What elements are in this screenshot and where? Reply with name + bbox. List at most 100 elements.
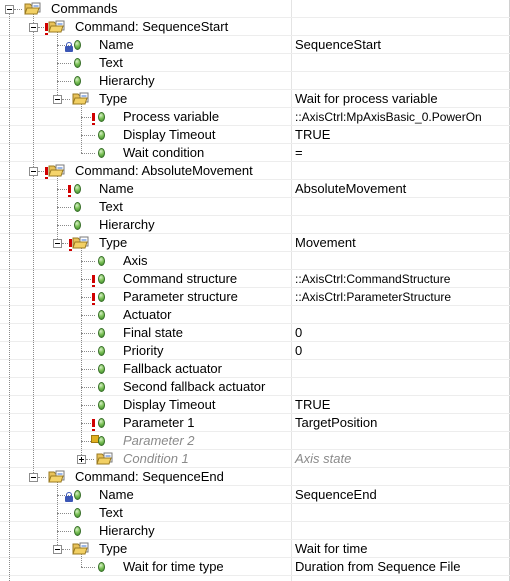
tree-row-name[interactable]: Name SequenceStart (0, 36, 510, 54)
property-value[interactable]: Movement (295, 235, 356, 251)
property-value[interactable]: 0 (295, 343, 302, 359)
tree-node-command-sequenceend[interactable]: Command: SequenceEnd (0, 468, 510, 486)
property-value[interactable]: Wait for time (295, 541, 367, 557)
collapse-icon[interactable] (53, 545, 62, 554)
commands-tree[interactable]: Commands Command: SequenceStart Name Sequen… (0, 0, 510, 581)
property-value[interactable]: Axis state (295, 451, 351, 467)
tree-row-name[interactable]: Name AbsoluteMovement (0, 180, 510, 198)
tree-row-hierarchy[interactable]: Hierarchy (0, 216, 510, 234)
property-label: Parameter structure (123, 289, 238, 304)
property-label: Priority (123, 343, 164, 358)
property-value[interactable]: ::AxisCtrl:CommandStructure (295, 271, 450, 287)
property-label: Actuator (123, 307, 172, 322)
property-value[interactable]: = (295, 145, 303, 161)
property-value[interactable]: AbsoluteMovement (295, 181, 406, 197)
tree-connector-line (57, 531, 71, 532)
property-icon (98, 364, 105, 374)
property-value[interactable]: ::AxisCtrl:ParameterStructure (295, 289, 451, 305)
property-icon (98, 274, 105, 284)
property-label: Display Timeout (123, 127, 216, 142)
tree-row-hierarchy[interactable]: Hierarchy (0, 72, 510, 90)
property-value[interactable]: TargetPosition (295, 415, 377, 431)
tree-row-command-structure[interactable]: Command structure::AxisCtrl:CommandStruc… (0, 270, 510, 288)
tree-row-display-timeout[interactable]: Display Timeout TRUE (0, 396, 510, 414)
tree-row-actuator[interactable]: Actuator (0, 306, 510, 324)
property-icon (98, 562, 105, 572)
type-folder-icon (72, 236, 90, 250)
tree-node-type[interactable]: Type Movement (0, 234, 510, 252)
tree-row-name[interactable]: Name SequenceEnd (0, 486, 510, 504)
property-label: Hierarchy (99, 523, 155, 538)
property-label: Wait for time type (123, 559, 224, 574)
tree-row-priority[interactable]: Priority 0 (0, 342, 510, 360)
expand-icon[interactable] (77, 455, 86, 464)
node-label: Type (99, 91, 128, 106)
tree-node-command-sequencestart[interactable]: Command: SequenceStart (0, 18, 510, 36)
tree-connector-line (81, 135, 95, 136)
tree-node-commands[interactable]: Commands (0, 0, 510, 18)
property-label: Name (99, 37, 134, 52)
tree-connector-line (57, 81, 71, 82)
property-value[interactable]: Wait for process variable (295, 91, 438, 107)
error-icon (92, 293, 95, 305)
tree-row-second-fallback-actuator[interactable]: Second fallback actuator (0, 378, 510, 396)
tree-row-parameter-structure[interactable]: Parameter structure::AxisCtrl:ParameterS… (0, 288, 510, 306)
collapse-icon[interactable] (5, 5, 14, 14)
collapse-icon[interactable] (29, 23, 38, 32)
property-value[interactable]: ::AxisCtrl:MpAxisBasic_0.PowerOn (295, 109, 482, 125)
tree-connector-line (57, 207, 71, 208)
tree-node-type[interactable]: Type Wait for time (0, 540, 510, 558)
property-icon (74, 184, 81, 194)
property-icon (74, 202, 81, 212)
property-icon (98, 112, 105, 122)
property-icon (98, 382, 105, 392)
property-icon (98, 418, 105, 428)
tree-row-axis[interactable]: Axis (0, 252, 510, 270)
property-value[interactable]: SequenceStart (295, 37, 381, 53)
tree-row-final-state[interactable]: Final state 0 (0, 324, 510, 342)
property-value[interactable]: TRUE (295, 127, 330, 143)
condition-folder-icon (96, 452, 114, 466)
tree-connector-line (81, 261, 95, 262)
tree-row-text[interactable]: Text (0, 504, 510, 522)
tree-row-display-timeout[interactable]: Display Timeout TRUE (0, 126, 510, 144)
tree-row-parameter-1[interactable]: Parameter 1 TargetPosition (0, 414, 510, 432)
tree-node-condition-1[interactable]: Condition 1 Axis state (0, 450, 510, 468)
node-label: Type (99, 235, 128, 250)
property-icon (74, 490, 81, 500)
tree-connector-line (81, 405, 95, 406)
type-folder-icon (72, 542, 90, 556)
lock-icon (65, 42, 73, 52)
node-label: Command: SequenceEnd (75, 469, 224, 484)
collapse-icon[interactable] (29, 473, 38, 482)
tree-node-command-absolutemovement[interactable]: Command: AbsoluteMovement (0, 162, 510, 180)
collapse-icon[interactable] (53, 239, 62, 248)
tree-node-type[interactable]: Type Wait for process variable (0, 90, 510, 108)
property-icon (98, 328, 105, 338)
property-label: Second fallback actuator (123, 379, 266, 394)
tree-connector-line (81, 351, 95, 352)
tree-row-wait-condition[interactable]: Wait condition = (0, 144, 510, 162)
property-label: Final state (123, 325, 183, 340)
tree-connector-line (81, 369, 95, 370)
collapse-icon[interactable] (29, 167, 38, 176)
lock-icon (65, 492, 73, 502)
property-value[interactable]: Duration from Sequence File (295, 559, 460, 575)
property-icon (74, 40, 81, 50)
property-label: Name (99, 181, 134, 196)
property-icon (74, 508, 81, 518)
error-icon (92, 275, 95, 287)
tree-row-hierarchy[interactable]: Hierarchy (0, 522, 510, 540)
tree-row-parameter-2[interactable]: Parameter 2 (0, 432, 510, 450)
tree-connector-line (81, 567, 95, 568)
property-value[interactable]: TRUE (295, 397, 330, 413)
collapse-icon[interactable] (53, 95, 62, 104)
property-value[interactable]: SequenceEnd (295, 487, 377, 503)
tree-row-fallback-actuator[interactable]: Fallback actuator (0, 360, 510, 378)
tree-row-process-variable[interactable]: Process variable::AxisCtrl:MpAxisBasic_0… (0, 108, 510, 126)
property-value[interactable]: 0 (295, 325, 302, 341)
property-icon (74, 220, 81, 230)
tree-row-wait-for-time-type[interactable]: Wait for time type Duration from Sequence… (0, 558, 510, 576)
tree-row-text[interactable]: Text (0, 198, 510, 216)
tree-row-text[interactable]: Text (0, 54, 510, 72)
